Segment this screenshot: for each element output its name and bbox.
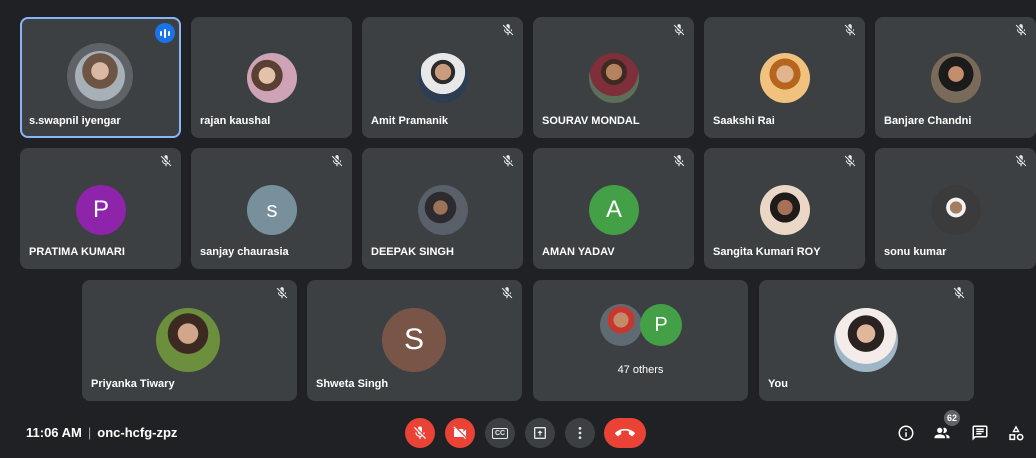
participant-tile[interactable]: Amit Pramanik bbox=[362, 17, 523, 138]
avatar: A bbox=[589, 185, 639, 235]
captions-button[interactable]: CC bbox=[485, 418, 515, 448]
mic-off-icon bbox=[501, 287, 513, 299]
avatar bbox=[418, 185, 468, 235]
avatar: P bbox=[640, 304, 682, 346]
avatar bbox=[589, 53, 639, 103]
participant-tile[interactable]: Banjare Chandni bbox=[875, 17, 1036, 138]
participant-name: Shweta Singh bbox=[316, 378, 389, 390]
mic-off-icon bbox=[502, 24, 514, 36]
mic-off-icon bbox=[673, 155, 685, 167]
avatar bbox=[834, 308, 898, 372]
self-tile[interactable]: You bbox=[759, 280, 974, 401]
participant-tile[interactable]: s.swapnil iyengar bbox=[20, 17, 181, 138]
mic-off-icon bbox=[502, 155, 514, 167]
chat-icon bbox=[972, 425, 988, 441]
participant-tile[interactable]: P PRATIMA KUMARI bbox=[20, 148, 181, 269]
chat-button[interactable] bbox=[970, 423, 990, 443]
participant-name: Sangita Kumari ROY bbox=[713, 246, 821, 258]
mic-off-icon bbox=[953, 287, 965, 299]
others-count: 47 others bbox=[617, 364, 664, 376]
mic-off-icon bbox=[414, 426, 426, 439]
avatar bbox=[75, 51, 125, 101]
avatar: P bbox=[76, 185, 126, 235]
participant-name: Priyanka Tiwary bbox=[91, 378, 175, 390]
avatar: s bbox=[247, 185, 297, 235]
camera-toggle-button[interactable] bbox=[445, 418, 475, 448]
others-tile[interactable]: P 47 others bbox=[533, 280, 748, 401]
mic-off-icon bbox=[1015, 24, 1027, 36]
meeting-info: 11:06 AM | onc-hcfg-zpz bbox=[26, 425, 177, 440]
mic-off-icon bbox=[1015, 155, 1027, 167]
participant-name: AMAN YADAV bbox=[542, 246, 615, 258]
mic-off-icon bbox=[673, 24, 685, 36]
participant-tile[interactable]: S Shweta Singh bbox=[307, 280, 522, 401]
participant-name: sanjay chaurasia bbox=[200, 246, 289, 258]
people-button[interactable] bbox=[932, 423, 952, 443]
participant-name: SOURAV MONDAL bbox=[542, 115, 640, 127]
mic-off-icon bbox=[331, 155, 343, 167]
more-options-button[interactable] bbox=[565, 418, 595, 448]
participant-tile[interactable]: DEEPAK SINGH bbox=[362, 148, 523, 269]
participant-tile[interactable]: s sanjay chaurasia bbox=[191, 148, 352, 269]
participant-name: Saakshi Rai bbox=[713, 115, 775, 127]
mic-toggle-button[interactable] bbox=[405, 418, 435, 448]
mic-off-icon bbox=[844, 155, 856, 167]
separator: | bbox=[87, 425, 92, 440]
participant-name: DEEPAK SINGH bbox=[371, 246, 454, 258]
meeting-code: onc-hcfg-zpz bbox=[97, 425, 178, 440]
avatar bbox=[760, 185, 810, 235]
activities-button[interactable] bbox=[1006, 423, 1026, 443]
info-icon bbox=[898, 425, 914, 441]
speaking-indicator-icon bbox=[155, 23, 175, 43]
participant-tile[interactable]: A AMAN YADAV bbox=[533, 148, 694, 269]
avatar bbox=[931, 53, 981, 103]
participant-tile[interactable]: Priyanka Tiwary bbox=[82, 280, 297, 401]
participant-name: Amit Pramanik bbox=[371, 115, 449, 127]
participant-tile[interactable]: rajan kaushal bbox=[191, 17, 352, 138]
camera-off-icon bbox=[453, 426, 466, 439]
participant-tile[interactable]: Saakshi Rai bbox=[704, 17, 865, 138]
activities-icon bbox=[1009, 425, 1024, 441]
participant-name: sonu kumar bbox=[884, 246, 947, 258]
participant-name: Banjare Chandni bbox=[884, 115, 972, 127]
participant-tile[interactable]: Sangita Kumari ROY bbox=[704, 148, 865, 269]
meeting-details-button[interactable] bbox=[896, 423, 916, 443]
mic-off-icon bbox=[844, 24, 856, 36]
people-count-badge: 62 bbox=[944, 410, 960, 426]
avatar bbox=[247, 53, 297, 103]
participant-name: PRATIMA KUMARI bbox=[29, 246, 125, 258]
avatar bbox=[600, 304, 642, 346]
captions-icon: CC bbox=[491, 427, 509, 439]
more-vert-icon bbox=[578, 427, 582, 439]
avatar bbox=[156, 308, 220, 372]
avatar: S bbox=[382, 308, 446, 372]
mic-off-icon bbox=[160, 155, 172, 167]
mic-off-icon bbox=[276, 287, 288, 299]
avatar bbox=[418, 53, 468, 103]
present-button[interactable] bbox=[525, 418, 555, 448]
avatar bbox=[760, 53, 810, 103]
people-icon bbox=[934, 427, 950, 439]
participant-name: rajan kaushal bbox=[200, 115, 271, 127]
meeting-time: 11:06 AM bbox=[26, 425, 82, 440]
leave-call-button[interactable] bbox=[604, 418, 646, 448]
participant-tile[interactable]: SOURAV MONDAL bbox=[533, 17, 694, 138]
end-call-icon bbox=[615, 428, 635, 437]
participant-name: You bbox=[768, 378, 788, 390]
participant-tile[interactable]: sonu kumar bbox=[875, 148, 1036, 269]
present-screen-icon bbox=[534, 427, 546, 439]
avatar bbox=[931, 185, 981, 235]
participant-name: s.swapnil iyengar bbox=[29, 115, 121, 127]
